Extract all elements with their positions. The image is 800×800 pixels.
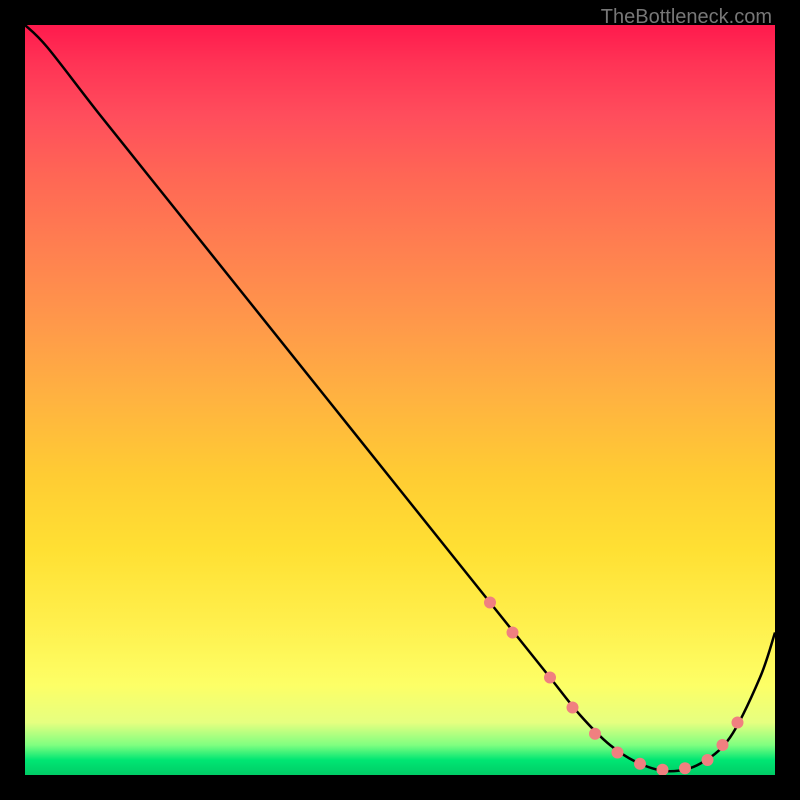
attribution-text: TheBottleneck.com [601,6,772,29]
gradient-background [25,25,775,775]
bottleneck-chart: TheBottleneck.com [0,0,800,800]
